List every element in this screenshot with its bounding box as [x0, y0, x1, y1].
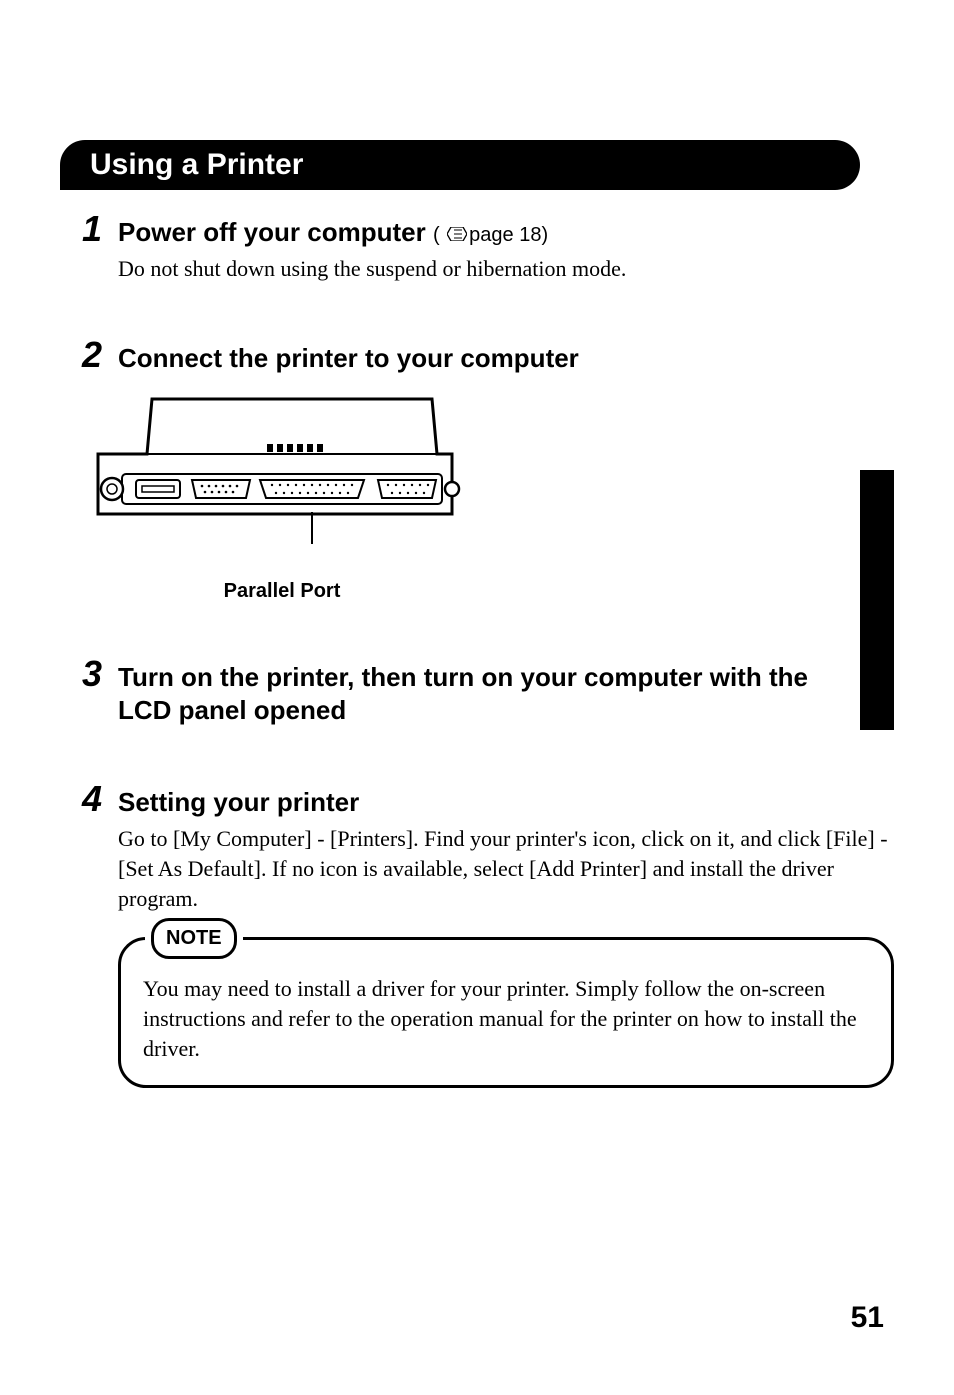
step-body: Go to [My Computer] - [Printers]. Find y… [118, 824, 894, 913]
note-box: NOTE You may need to install a driver fo… [118, 937, 894, 1088]
step-number: 2 [82, 334, 110, 376]
printer-port-illustration: Parallel Port [92, 394, 894, 603]
note-label: NOTE [151, 918, 237, 959]
page-ref-icon [447, 227, 467, 241]
step-title: Power off your computer ( page 18) [118, 216, 548, 250]
step-title: Connect the printer to your computer [118, 342, 579, 376]
step-4: 4 Setting your printer Go to [My Compute… [82, 778, 894, 1088]
ref-prefix: ( [433, 224, 445, 246]
step-title: Setting your printer [118, 786, 359, 820]
page-number: 51 [851, 1301, 884, 1335]
ref-text: page 18) [469, 224, 548, 246]
illustration-caption: Parallel Port [92, 580, 472, 603]
step-2: 2 Connect the printer to your computer [82, 334, 894, 603]
step-3: 3 Turn on the printer, then turn on your… [82, 653, 834, 729]
step-number: 3 [82, 653, 110, 695]
step-number: 4 [82, 778, 110, 820]
section-heading: Using a Printer [60, 140, 860, 190]
page-reference: ( page 18) [433, 224, 548, 246]
step-body: Do not shut down using the suspend or hi… [118, 254, 894, 284]
step-1: 1 Power off your computer ( page 18) Do … [82, 208, 894, 284]
step-title-text: Power off your computer [118, 217, 426, 247]
step-title: Turn on the printer, then turn on your c… [118, 661, 834, 729]
tab-marker [860, 470, 894, 730]
step-number: 1 [82, 208, 110, 250]
note-text: You may need to install a driver for you… [143, 976, 857, 1060]
